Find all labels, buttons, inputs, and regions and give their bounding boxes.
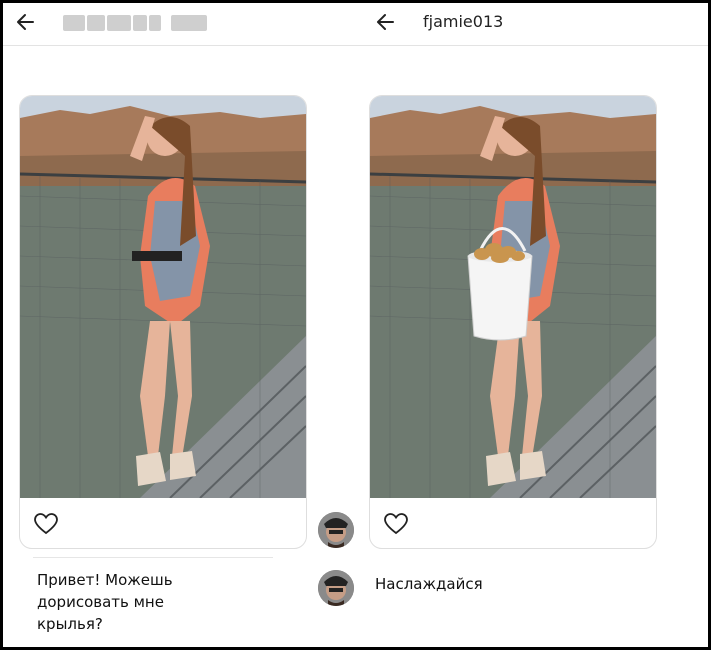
- request-message: Привет! Можешь дорисовать мне крылья?: [37, 571, 173, 633]
- heart-icon[interactable]: [34, 513, 58, 535]
- screenshot-frame: Привет! Можешь дорисовать мне крылья? fj…: [3, 3, 708, 647]
- reply-message: Наслаждайся: [375, 575, 483, 593]
- message-bubble-edge: [33, 557, 273, 558]
- left-dm-panel: Привет! Можешь дорисовать мне крылья?: [3, 3, 355, 647]
- shared-post[interactable]: [19, 95, 307, 549]
- heart-icon[interactable]: [384, 513, 408, 535]
- shared-post[interactable]: [369, 95, 657, 549]
- right-header: fjamie013: [355, 3, 708, 46]
- post-photo-edited: [370, 96, 656, 498]
- right-dm-panel: fjamie013 Наслаждайся: [355, 3, 708, 647]
- left-header: [3, 3, 355, 46]
- chat-username[interactable]: fjamie013: [423, 12, 503, 31]
- avatar[interactable]: [318, 570, 354, 606]
- post-photo-original: [20, 96, 306, 498]
- avatar[interactable]: [318, 512, 354, 548]
- arrow-left-icon[interactable]: [373, 9, 399, 35]
- blurred-username: [63, 15, 208, 31]
- arrow-left-icon[interactable]: [13, 9, 39, 35]
